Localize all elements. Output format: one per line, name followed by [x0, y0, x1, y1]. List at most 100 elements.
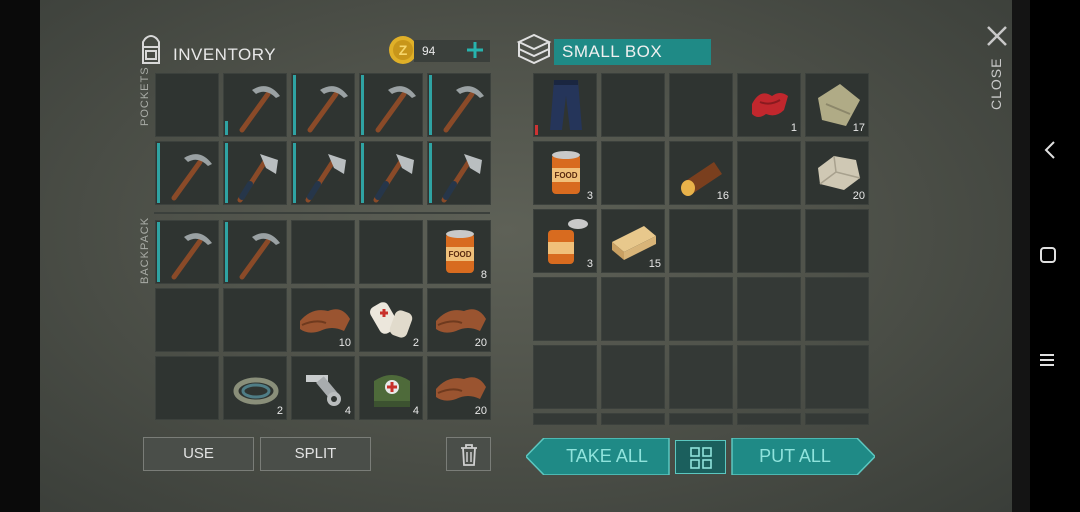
- box-icon: [516, 33, 552, 65]
- backpack-slot-7[interactable]: [223, 288, 287, 352]
- box-slot-4[interactable]: 1: [737, 73, 801, 137]
- box-empty-slot[interactable]: [805, 345, 869, 409]
- box-empty-slot[interactable]: [601, 413, 665, 425]
- durability-bar: [361, 143, 364, 203]
- back-icon[interactable]: [1043, 140, 1057, 160]
- durability-bar: [429, 75, 432, 135]
- item-count: 17: [852, 122, 865, 134]
- pocket-slot-2[interactable]: [223, 73, 287, 137]
- backpack-label: BACKPACK: [139, 216, 151, 284]
- trash-icon: [460, 444, 477, 466]
- put-all-button[interactable]: PUT ALL: [732, 438, 858, 474]
- left-bezel: [0, 0, 40, 512]
- backpack-slot-14[interactable]: 4: [359, 356, 423, 420]
- box-empty-slot[interactable]: [601, 277, 665, 341]
- item-count: 10: [338, 337, 351, 349]
- box-slot-13[interactable]: [669, 209, 733, 273]
- box-empty-slot[interactable]: [805, 413, 869, 425]
- box-empty-slot[interactable]: [533, 413, 597, 425]
- inventory-title: INVENTORY: [173, 45, 277, 64]
- box-slot-6[interactable]: FOOD 3: [533, 141, 597, 205]
- box-slot-15[interactable]: [805, 209, 869, 273]
- pocket-slot-6[interactable]: [155, 141, 219, 205]
- box-empty-slot[interactable]: [601, 345, 665, 409]
- pocket-slot-10[interactable]: [427, 141, 491, 205]
- item-count: 20: [474, 337, 487, 349]
- item-count: 15: [648, 258, 661, 270]
- box-empty-slot[interactable]: [737, 413, 801, 425]
- pocket-slot-3[interactable]: [291, 73, 355, 137]
- box-slot-11[interactable]: 3: [533, 209, 597, 273]
- svg-text:FOOD: FOOD: [554, 171, 577, 180]
- item-count: 4: [344, 405, 351, 417]
- backpack-slot-8[interactable]: 10: [291, 288, 355, 352]
- item-count: 2: [276, 405, 283, 417]
- backpack-slot-6[interactable]: [155, 288, 219, 352]
- box-empty-slot[interactable]: [669, 277, 733, 341]
- pocket-slot-8[interactable]: [291, 141, 355, 205]
- close-label[interactable]: CLOSE: [988, 58, 1004, 110]
- backpack-slot-11[interactable]: [155, 356, 219, 420]
- box-empty-slot[interactable]: [533, 277, 597, 341]
- coin-count: 94: [422, 44, 436, 58]
- item-count: 1: [790, 122, 797, 134]
- backpack-icon: [142, 35, 160, 64]
- item-count: 20: [852, 190, 865, 202]
- backpack-slot-4[interactable]: [359, 220, 423, 284]
- durability-bar: [293, 75, 296, 135]
- backpack-slot-13[interactable]: 4: [291, 356, 355, 420]
- box-empty-slot[interactable]: [669, 413, 733, 425]
- backpack-slot-10[interactable]: 20: [427, 288, 491, 352]
- box-slot-10[interactable]: 20: [805, 141, 869, 205]
- use-button[interactable]: USE: [143, 437, 254, 471]
- pocket-slot-1[interactable]: [155, 73, 219, 137]
- grid-icon: [690, 447, 712, 469]
- box-empty-slot[interactable]: [669, 345, 733, 409]
- box-empty-slot[interactable]: [805, 277, 869, 341]
- home-icon[interactable]: [1039, 246, 1057, 264]
- box-slot-5[interactable]: 17: [805, 73, 869, 137]
- box-slot-2[interactable]: [601, 73, 665, 137]
- pocket-slot-7[interactable]: [223, 141, 287, 205]
- box-slot-1[interactable]: [533, 73, 597, 137]
- take-all-button[interactable]: TAKE ALL: [544, 438, 670, 474]
- item-count: 4: [412, 405, 419, 417]
- backpack-slot-15[interactable]: 20: [427, 356, 491, 420]
- box-empty-slot[interactable]: [737, 277, 801, 341]
- durability-bar: [429, 143, 432, 203]
- backpack-slot-12[interactable]: 2: [223, 356, 287, 420]
- android-nav-bar: [1030, 0, 1080, 512]
- item-count: 3: [586, 258, 593, 270]
- pockets-label: POCKETS: [139, 66, 151, 126]
- add-coins-button[interactable]: [465, 40, 485, 60]
- box-slot-3[interactable]: [669, 73, 733, 137]
- box-slot-14[interactable]: [737, 209, 801, 273]
- trash-button[interactable]: [446, 437, 491, 471]
- backpack-slot-1[interactable]: [155, 220, 219, 284]
- backpack-slot-3[interactable]: [291, 220, 355, 284]
- pocket-slot-9[interactable]: [359, 141, 423, 205]
- backpack-slot-9[interactable]: 2: [359, 288, 423, 352]
- box-slot-8[interactable]: 16: [669, 141, 733, 205]
- box-slot-9[interactable]: [737, 141, 801, 205]
- game-screen: INVENTORY Z 94 POCKETS BACKPACK FOOD 8 10 2…: [40, 0, 1012, 512]
- item-count: 20: [474, 405, 487, 417]
- pocket-slot-4[interactable]: [359, 73, 423, 137]
- durability-bar: [293, 143, 296, 203]
- durability-bar: [535, 125, 538, 135]
- box-slot-7[interactable]: [601, 141, 665, 205]
- durability-bar: [225, 121, 228, 135]
- durability-bar: [157, 222, 160, 282]
- split-button[interactable]: SPLIT: [260, 437, 371, 471]
- close-icon[interactable]: [986, 25, 1008, 47]
- backpack-slot-5[interactable]: FOOD 8: [427, 220, 491, 284]
- box-slot-12[interactable]: 15: [601, 209, 665, 273]
- item-count: 8: [480, 269, 487, 281]
- box-empty-slot[interactable]: [533, 345, 597, 409]
- box-empty-slot[interactable]: [737, 345, 801, 409]
- backpack-slot-2[interactable]: [223, 220, 287, 284]
- recents-icon[interactable]: [1039, 352, 1055, 368]
- right-bezel: [1012, 0, 1030, 512]
- sort-button[interactable]: [675, 440, 726, 474]
- pocket-slot-5[interactable]: [427, 73, 491, 137]
